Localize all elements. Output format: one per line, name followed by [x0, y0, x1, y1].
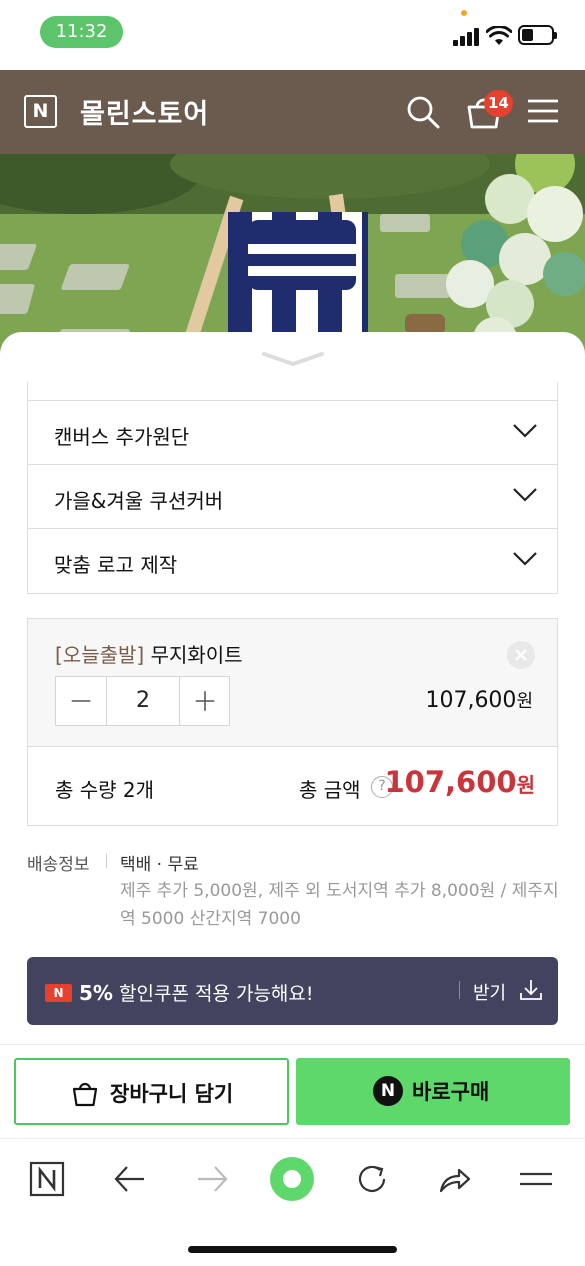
status-time: 11:32: [40, 16, 123, 48]
buy-now-label: 바로구매: [412, 1080, 490, 1104]
option-fall-winter-cushion-cover[interactable]: 가을&겨울 쿠션커버: [28, 464, 557, 528]
item-price: 107,600원: [425, 687, 533, 713]
shipping-info-label: 배송정보: [27, 855, 90, 875]
selected-option-summary: [오늘출발] 무지화이트 2 107,600원 총 수량 2개 총 금액 ? 1…: [27, 618, 558, 826]
actions-divider: [0, 1044, 585, 1045]
option-custom-logo[interactable]: 맞춤 로고 제작: [28, 528, 557, 592]
home-indicator[interactable]: [188, 1246, 397, 1253]
additional-options-list: 캔버스 추가원단 가을&겨울 쿠션커버 맞춤 로고 제작: [27, 382, 558, 594]
collapse-sheet-chevron-icon[interactable]: [262, 348, 324, 370]
naver-pay-icon: N: [373, 1076, 403, 1106]
wifi-icon: [486, 26, 512, 45]
add-to-cart-button[interactable]: 장바구니 담기: [14, 1058, 289, 1125]
store-name[interactable]: 몰린스토어: [80, 92, 209, 131]
product-hero-image: [0, 154, 585, 354]
battery-level: [522, 29, 533, 41]
total-amount-label: 총 금액: [299, 778, 361, 802]
download-icon[interactable]: [520, 979, 542, 1001]
back-icon[interactable]: [112, 1161, 148, 1197]
coupon-message: 5% 할인쿠폰 적용 가능해요!: [79, 979, 314, 1006]
option-label: 가을&겨울 쿠션커버: [54, 489, 224, 513]
quantity-stepper: 2: [55, 676, 230, 726]
shipping-divider: [106, 854, 107, 868]
order-totals: 총 수량 2개 총 금액 ? 107,600원: [28, 747, 557, 825]
chevron-down-icon: [513, 552, 537, 566]
coupon-percent: 5%: [79, 981, 113, 1005]
naver-logo-button[interactable]: N: [24, 95, 57, 128]
home-icon[interactable]: [29, 1161, 65, 1197]
decrease-quantity-button[interactable]: [56, 677, 107, 725]
shipping-method: 택배 · 무료: [120, 855, 199, 875]
total-amount: 107,600원: [385, 765, 536, 799]
chevron-down-icon: [513, 488, 537, 502]
forward-icon[interactable]: [194, 1161, 230, 1197]
selected-item: [오늘출발] 무지화이트 2 107,600원: [28, 619, 557, 747]
coupon-description: 할인쿠폰 적용 가능해요!: [112, 983, 314, 1005]
option-canvas-extra-fabric[interactable]: 캔버스 추가원단: [28, 400, 557, 464]
buy-now-button[interactable]: N 바로구매: [296, 1058, 570, 1125]
product-photo-illustration: [0, 154, 585, 354]
total-quantity-value: 2개: [122, 778, 155, 802]
remove-item-close-icon[interactable]: [507, 641, 535, 669]
naver-coupon-badge: N: [45, 984, 72, 1002]
coupon-divider: [459, 981, 460, 999]
total-amount-currency: 원: [516, 773, 535, 797]
selected-item-name: 무지화이트: [150, 643, 243, 667]
store-header: N 몰린스토어 14: [0, 70, 585, 154]
total-quantity: 총 수량 2개: [55, 774, 154, 803]
option-label: 맞춤 로고 제작: [54, 553, 178, 577]
total-amount-value: 107,600: [384, 765, 517, 799]
shipping-today-tag: [오늘출발]: [55, 643, 145, 667]
coupon-banner[interactable]: N 5% 할인쿠폰 적용 가능해요! 받기: [27, 957, 558, 1025]
reload-icon[interactable]: [354, 1161, 390, 1197]
shipping-extra-fees: 제주 추가 5,000원, 제주 외 도서지역 추가 8,000원 / 제주지역…: [120, 881, 559, 929]
get-coupon-button[interactable]: 받기: [473, 979, 506, 1005]
selected-item-title: [오늘출발] 무지화이트: [55, 639, 243, 668]
shopping-bag-icon: [72, 1082, 98, 1107]
purchase-bottom-sheet: 캔버스 추가원단 가을&겨울 쿠션커버 맞춤 로고 제작 [오늘출발] 무지화이…: [0, 332, 585, 1052]
status-bar: 11:32: [0, 0, 585, 70]
privacy-indicator-dot: [461, 10, 467, 16]
cart-count-badge: 14: [484, 90, 513, 117]
search-icon[interactable]: [405, 94, 441, 130]
quantity-value[interactable]: 2: [107, 677, 179, 725]
add-to-cart-label: 장바구니 담기: [110, 1082, 234, 1106]
battery-icon: [518, 25, 557, 45]
option-label: 캔버스 추가원단: [54, 425, 190, 449]
menu-icon[interactable]: [518, 1161, 554, 1197]
cellular-signal-icon: [453, 28, 481, 46]
total-quantity-label: 총 수량: [55, 778, 117, 802]
increase-quantity-button[interactable]: [179, 677, 230, 725]
item-price-currency: 원: [516, 691, 533, 712]
item-price-value: 107,600: [425, 688, 517, 713]
green-dot-icon[interactable]: [268, 1155, 316, 1203]
hamburger-menu-icon[interactable]: [528, 99, 558, 123]
share-icon[interactable]: [437, 1161, 473, 1197]
chevron-down-icon: [513, 424, 537, 438]
